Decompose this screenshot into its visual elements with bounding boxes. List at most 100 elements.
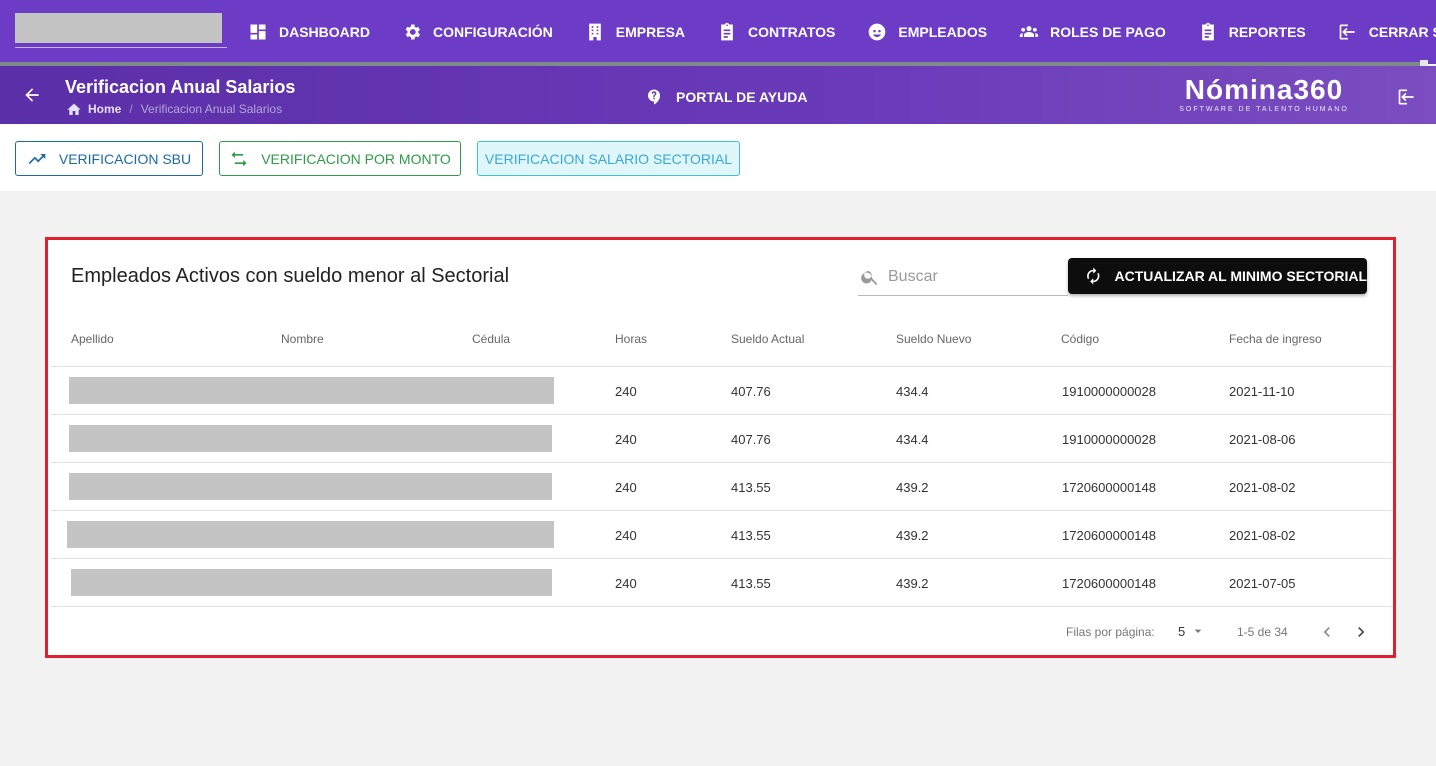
nav-item-empresa[interactable]: EMPRESA: [585, 22, 685, 42]
logout-icon: [1339, 24, 1355, 40]
clipboard-icon: [1201, 22, 1214, 41]
nav-label: EMPRESA: [615, 24, 686, 40]
brand-name: Nómina360: [1184, 74, 1344, 105]
page-title: Verificacion Anual Salarios: [65, 77, 296, 97]
page-header: Verificacion Anual Salarios Home / Verif…: [0, 66, 1436, 124]
chevron-right-icon: [1358, 627, 1365, 637]
gear-icon: [405, 24, 420, 40]
nav-item-configuracion[interactable]: CONFIGURACIÓN: [402, 22, 553, 42]
brand-logo: Nómina360 SOFTWARE DE TALENTO HUMANO: [1172, 74, 1356, 114]
verificacion-sbu-button[interactable]: VERIFICACION SBU: [15, 141, 203, 176]
update-minimum-button[interactable]: ACTUALIZAR AL MINIMO SECTORIAL: [1068, 258, 1367, 294]
redacted-name: [69, 377, 554, 404]
column-header-apellido[interactable]: Apellido: [71, 332, 114, 346]
cell-codigo: 1720600000148: [1062, 480, 1156, 495]
nav-label: CERRAR SESIÓN: [1368, 24, 1436, 40]
column-header-nombre[interactable]: Nombre: [281, 332, 324, 346]
cell-horas: 240: [615, 528, 637, 543]
nav-label: REPORTES: [1228, 24, 1306, 40]
column-header-fecha[interactable]: Fecha de ingreso: [1229, 332, 1322, 346]
cell-fecha: 2021-11-10: [1229, 384, 1295, 399]
nav-item-dashboard[interactable]: DASHBOARD: [248, 22, 370, 42]
previous-page-button[interactable]: [1317, 622, 1337, 642]
nav-label: ROLES DE PAGO: [1050, 24, 1166, 40]
table-row[interactable]: 240 413.55 439.2 1720600000148 2021-07-0…: [51, 559, 1393, 607]
nav-item-reportes[interactable]: REPORTES: [1198, 22, 1306, 42]
nav-label: EMPLEADOS: [898, 24, 988, 40]
redacted-name: [71, 569, 552, 596]
search-input[interactable]: [888, 267, 1058, 286]
refresh-icon: [1087, 267, 1100, 285]
back-button[interactable]: [22, 85, 42, 105]
cell-sueldo-nuevo: 439.2: [896, 480, 929, 495]
swap-icon: [231, 151, 247, 166]
cell-codigo: 1720600000148: [1062, 576, 1156, 591]
verificacion-monto-button[interactable]: VERIFICACION POR MONTO: [219, 141, 461, 176]
table-row[interactable]: 240 413.55 439.2 1720600000148 2021-08-0…: [51, 511, 1393, 559]
chevron-left-icon: [1323, 627, 1330, 637]
company-logo[interactable]: [15, 13, 222, 43]
breadcrumb: Home / Verificacion Anual Salarios: [66, 102, 282, 116]
trending-up-icon: [28, 153, 46, 164]
logout-icon: [1398, 89, 1414, 105]
nav-label: DASHBOARD: [279, 24, 370, 40]
top-nav: DASHBOARD CONFIGURACIÓN EMPRESA CONTRATO…: [0, 0, 1436, 66]
nav-item-cerrar-sesion[interactable]: CERRAR SESIÓN: [1338, 22, 1436, 42]
rows-per-page-select[interactable]: 5: [1178, 623, 1206, 639]
help-label: PORTAL DE AYUDA: [676, 89, 808, 105]
table-row[interactable]: 240 407.76 434.4 1910000000028 2021-08-0…: [51, 415, 1393, 463]
cell-sueldo-nuevo: 439.2: [896, 528, 929, 543]
group-icon: [1019, 26, 1039, 37]
rows-per-page-label: Filas por página:: [1066, 625, 1155, 639]
cell-codigo: 1910000000028: [1062, 384, 1156, 399]
verificacion-sectorial-button[interactable]: VERIFICACION SALARIO SECTORIAL: [477, 141, 740, 176]
breadcrumb-home[interactable]: Home: [88, 102, 121, 116]
cell-sueldo-actual: 413.55: [731, 480, 771, 495]
pagination-range: 1-5 de 34: [1237, 625, 1288, 639]
search-field[interactable]: [858, 258, 1068, 296]
column-header-horas[interactable]: Horas: [615, 332, 647, 346]
cell-codigo: 1720600000148: [1062, 528, 1156, 543]
nav-label: CONFIGURACIÓN: [433, 24, 553, 40]
verification-toolbar: VERIFICACION SBU VERIFICACION POR MONTO …: [0, 124, 1436, 191]
redacted-name: [69, 473, 552, 500]
breadcrumb-current: Verificacion Anual Salarios: [140, 102, 283, 116]
cell-fecha: 2021-07-05: [1229, 576, 1296, 591]
home-icon: [67, 103, 81, 115]
column-header-cedula[interactable]: Cédula: [472, 332, 510, 346]
cell-fecha: 2021-08-02: [1229, 480, 1296, 495]
redacted-name: [67, 521, 554, 548]
column-header-sueldo-actual[interactable]: Sueldo Actual: [731, 332, 804, 346]
nav-menu: DASHBOARD CONFIGURACIÓN EMPRESA CONTRATO…: [248, 0, 1436, 64]
breadcrumb-separator: /: [129, 102, 133, 116]
exit-button[interactable]: [1397, 87, 1417, 107]
caret-down-icon: [1194, 629, 1202, 633]
table-row[interactable]: 240 407.76 434.4 1910000000028 2021-11-1…: [51, 367, 1393, 415]
table-row[interactable]: 240 413.55 439.2 1720600000148 2021-08-0…: [51, 463, 1393, 511]
button-label: VERIFICACION SBU: [58, 150, 192, 167]
nav-label: CONTRATOS: [748, 24, 836, 40]
button-label: VERIFICACION SALARIO SECTORIAL: [484, 150, 733, 167]
column-header-codigo[interactable]: Código: [1061, 332, 1099, 346]
column-header-sueldo-nuevo[interactable]: Sueldo Nuevo: [896, 332, 971, 346]
nav-item-contratos[interactable]: CONTRATOS: [717, 22, 835, 42]
arrow-left-icon: [25, 88, 39, 102]
next-page-button[interactable]: [1351, 622, 1371, 642]
redacted-name: [69, 425, 552, 452]
cell-sueldo-nuevo: 434.4: [896, 384, 929, 399]
cell-sueldo-actual: 407.76: [731, 432, 771, 447]
cell-codigo: 1910000000028: [1062, 432, 1156, 447]
cell-sueldo-nuevo: 434.4: [896, 432, 929, 447]
nav-item-roles-de-pago[interactable]: ROLES DE PAGO: [1019, 22, 1166, 42]
nav-item-empleados[interactable]: EMPLEADOS: [867, 22, 987, 42]
button-label: ACTUALIZAR AL MINIMO SECTORIAL: [1114, 268, 1367, 284]
clipboard-icon: [721, 22, 733, 41]
cell-horas: 240: [615, 576, 637, 591]
card-title: Empleados Activos con sueldo menor al Se…: [71, 265, 510, 287]
rows-per-page-value: 5: [1178, 623, 1186, 639]
help-portal-link[interactable]: PORTAL DE AYUDA: [645, 88, 807, 106]
cell-fecha: 2021-08-06: [1229, 432, 1296, 447]
table-pagination: Filas por página: 5 1-5 de 34: [51, 610, 1393, 650]
brand-tagline: SOFTWARE DE TALENTO HUMANO: [1179, 106, 1349, 113]
cell-sueldo-nuevo: 439.2: [896, 576, 929, 591]
